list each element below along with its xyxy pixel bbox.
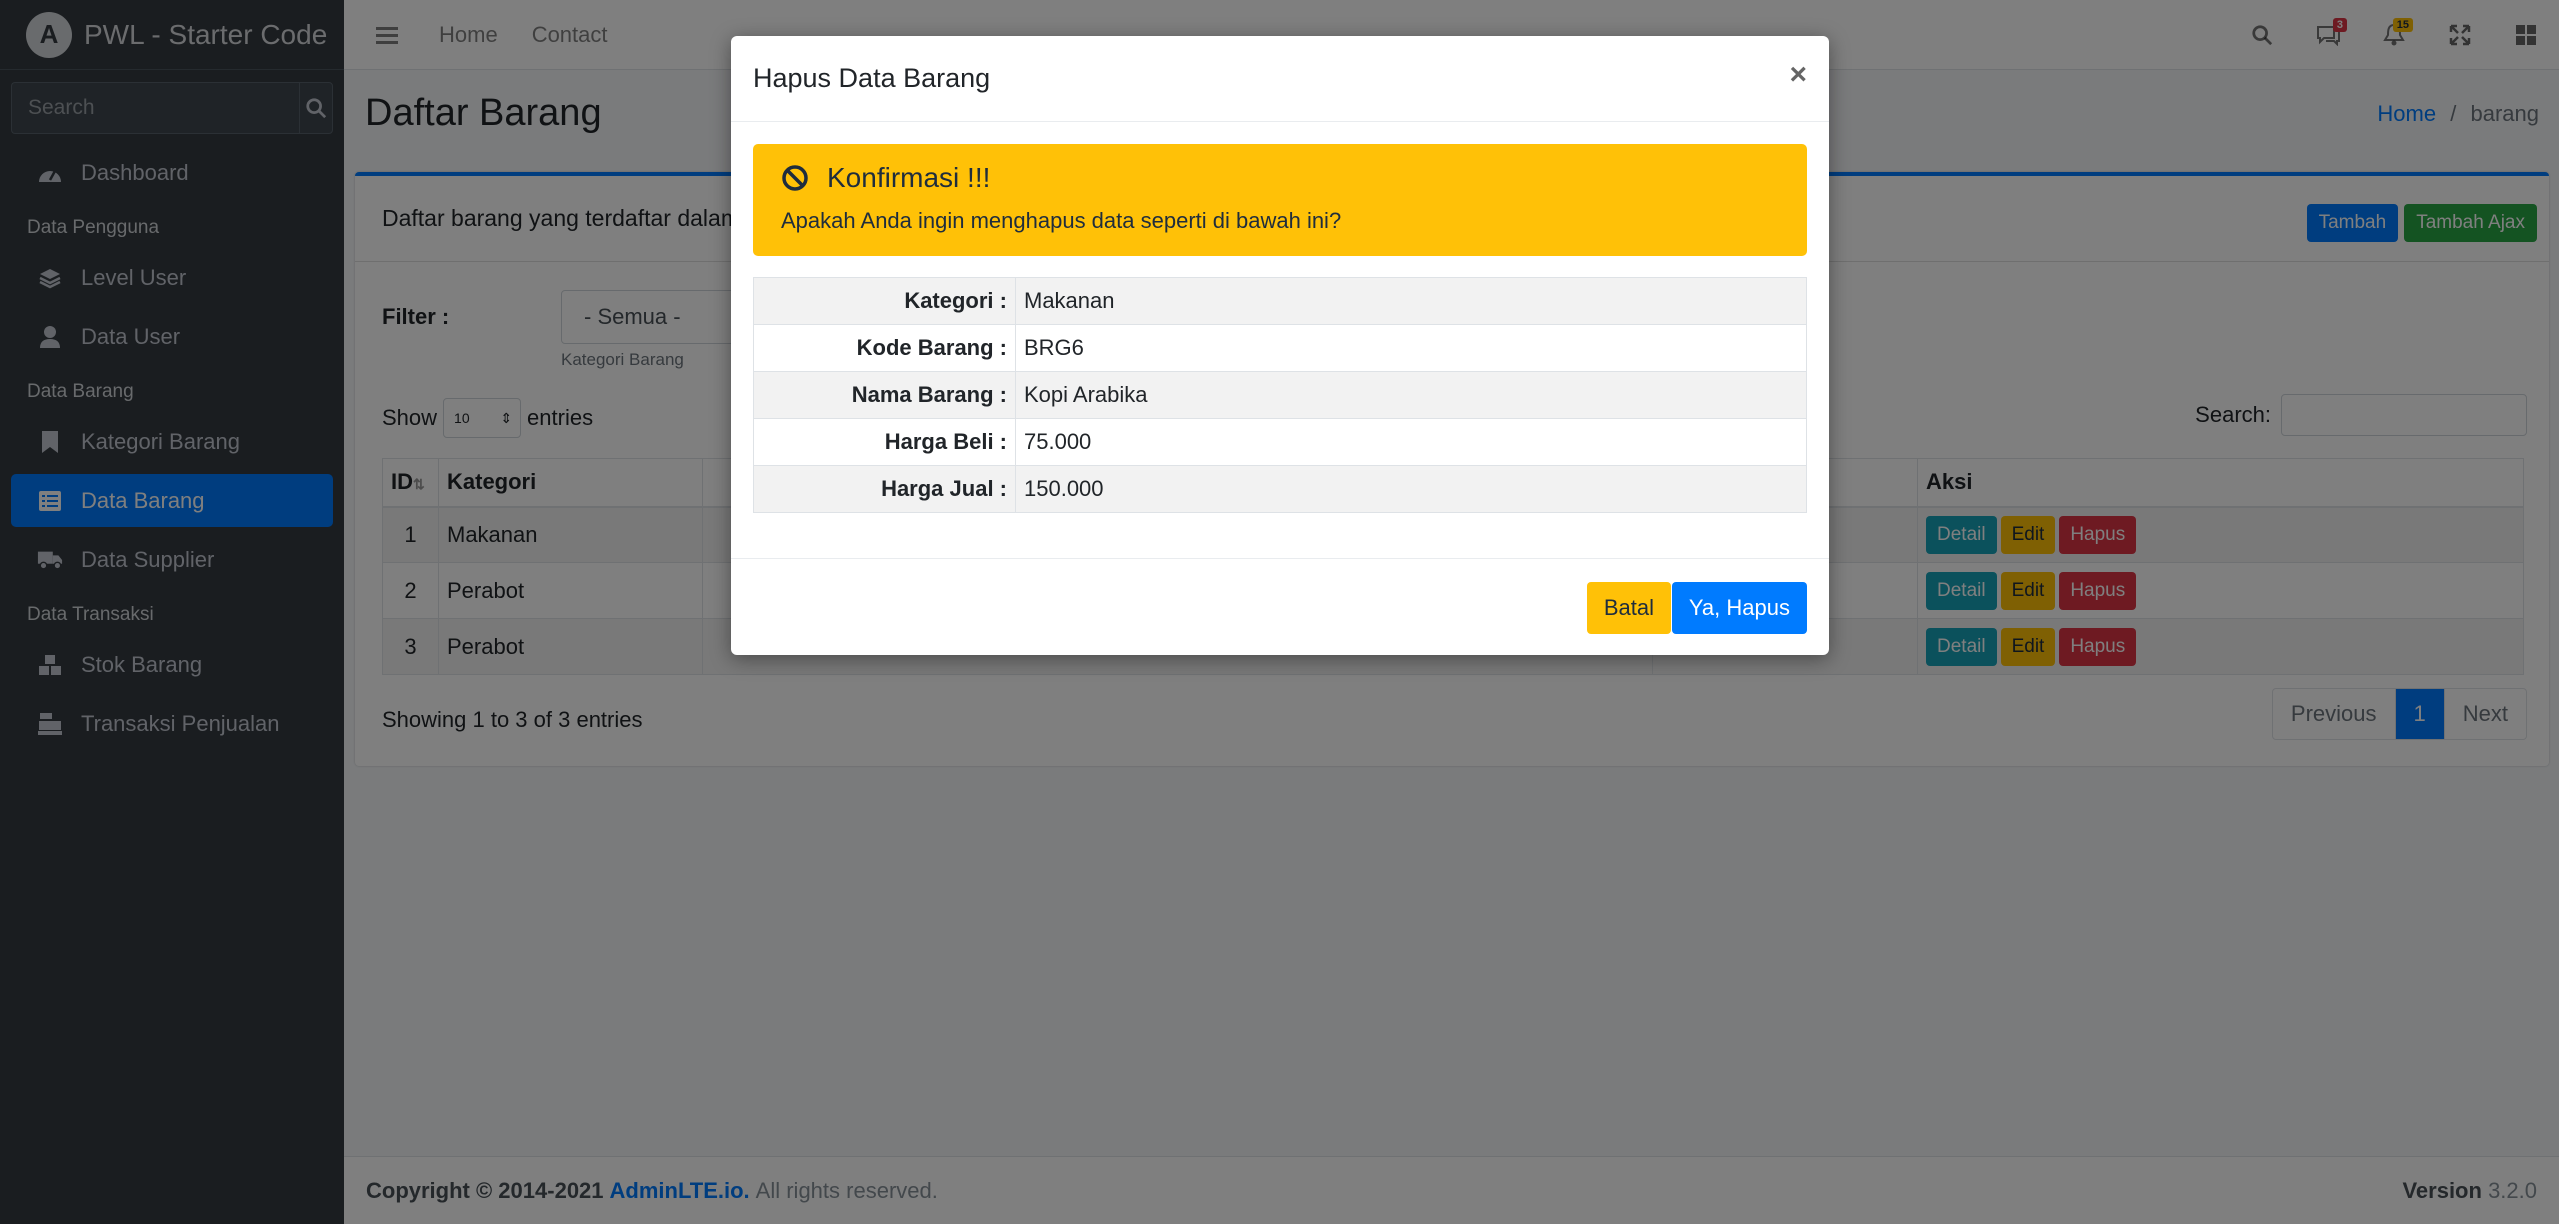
detail-row: Harga Beli :75.000	[753, 418, 1807, 466]
batal-button[interactable]: Batal	[1586, 582, 1671, 634]
modal-close-button[interactable]: ×	[1789, 58, 1807, 92]
alert-text: Apakah Anda ingin menghapus data seperti…	[781, 208, 1342, 233]
detail-value: 75.000	[1015, 418, 1807, 466]
ya-hapus-button[interactable]: Ya, Hapus	[1671, 582, 1807, 634]
detail-value: Makanan	[1015, 277, 1807, 325]
detail-value: Kopi Arabika	[1015, 371, 1807, 419]
detail-row: Harga Jual :150.000	[753, 465, 1807, 513]
detail-label: Harga Jual :	[753, 465, 1016, 513]
detail-row: Nama Barang : Kopi Arabika	[753, 371, 1807, 419]
confirm-alert: Konfirmasi !!! Apakah Anda ingin menghap…	[753, 144, 1807, 256]
detail-value: 150.000	[1015, 465, 1807, 513]
hapus-modal: Hapus Data Barang × Konfirmasi !!! Apaka…	[731, 36, 1829, 655]
detail-row: Kode Barang : BRG6	[753, 324, 1807, 372]
detail-label: Kategori :	[753, 277, 1016, 325]
detail-row: Kategori : Makanan	[753, 277, 1807, 325]
modal-title: Hapus Data Barang	[753, 63, 991, 93]
detail-label: Harga Beli :	[753, 418, 1016, 466]
modal-footer: Batal Ya, Hapus	[731, 558, 1829, 655]
detail-label: Nama Barang :	[753, 371, 1016, 419]
alert-title: Konfirmasi !!!	[827, 162, 991, 193]
modal-header: Hapus Data Barang ×	[731, 36, 1829, 122]
ban-icon	[782, 165, 808, 191]
detail-value: BRG6	[1015, 324, 1807, 372]
detail-label: Kode Barang :	[753, 324, 1016, 372]
detail-table: Kategori : Makanan Kode Barang : BRG6 Nama…	[753, 277, 1807, 513]
